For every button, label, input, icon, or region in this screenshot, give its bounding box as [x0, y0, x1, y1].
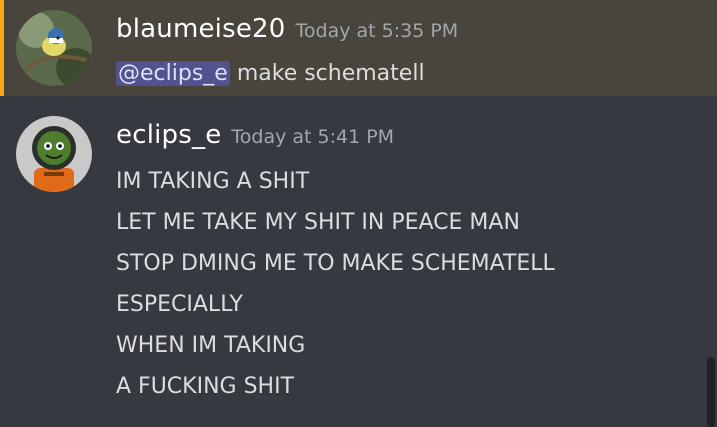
- message-text: make schematell: [229, 61, 425, 86]
- user-mention[interactable]: @eclips_e: [116, 61, 230, 86]
- bird-photo-avatar-icon[interactable]: [16, 10, 92, 86]
- message-line: STOP DMING ME TO MAKE SCHEMATELL: [116, 251, 555, 276]
- message-line: ESPECIALLY: [116, 292, 243, 317]
- timestamp: Today at 5:35 PM: [295, 20, 459, 42]
- message-content: @eclips_e make schematell: [116, 61, 425, 86]
- message-line: A FUCKING SHIT: [116, 374, 295, 399]
- message-line: IM TAKING A SHIT: [116, 169, 310, 194]
- message-header: blaumeise20 Today at 5:35 PM: [116, 14, 458, 44]
- message-line: WHEN IM TAKING: [116, 333, 306, 358]
- message-line: LET ME TAKE MY SHIT IN PEACE MAN: [116, 210, 520, 235]
- chat-messages: blaumeise20 Today at 5:35 PM @eclips_e ma…: [0, 0, 717, 427]
- message-content: IM TAKING A SHIT LET ME TAKE MY SHIT IN …: [116, 166, 555, 412]
- astronaut-avatar-icon[interactable]: [16, 116, 92, 192]
- username[interactable]: eclips_e: [116, 120, 221, 150]
- message[interactable]: eclips_e Today at 5:41 PM IM TAKING A SHI…: [0, 96, 717, 427]
- message-mentioned[interactable]: blaumeise20 Today at 5:35 PM @eclips_e ma…: [0, 0, 717, 96]
- message-header: eclips_e Today at 5:41 PM: [116, 120, 394, 150]
- username[interactable]: blaumeise20: [116, 14, 286, 44]
- timestamp: Today at 5:41 PM: [231, 126, 395, 148]
- scrollbar-thumb[interactable]: [707, 357, 715, 427]
